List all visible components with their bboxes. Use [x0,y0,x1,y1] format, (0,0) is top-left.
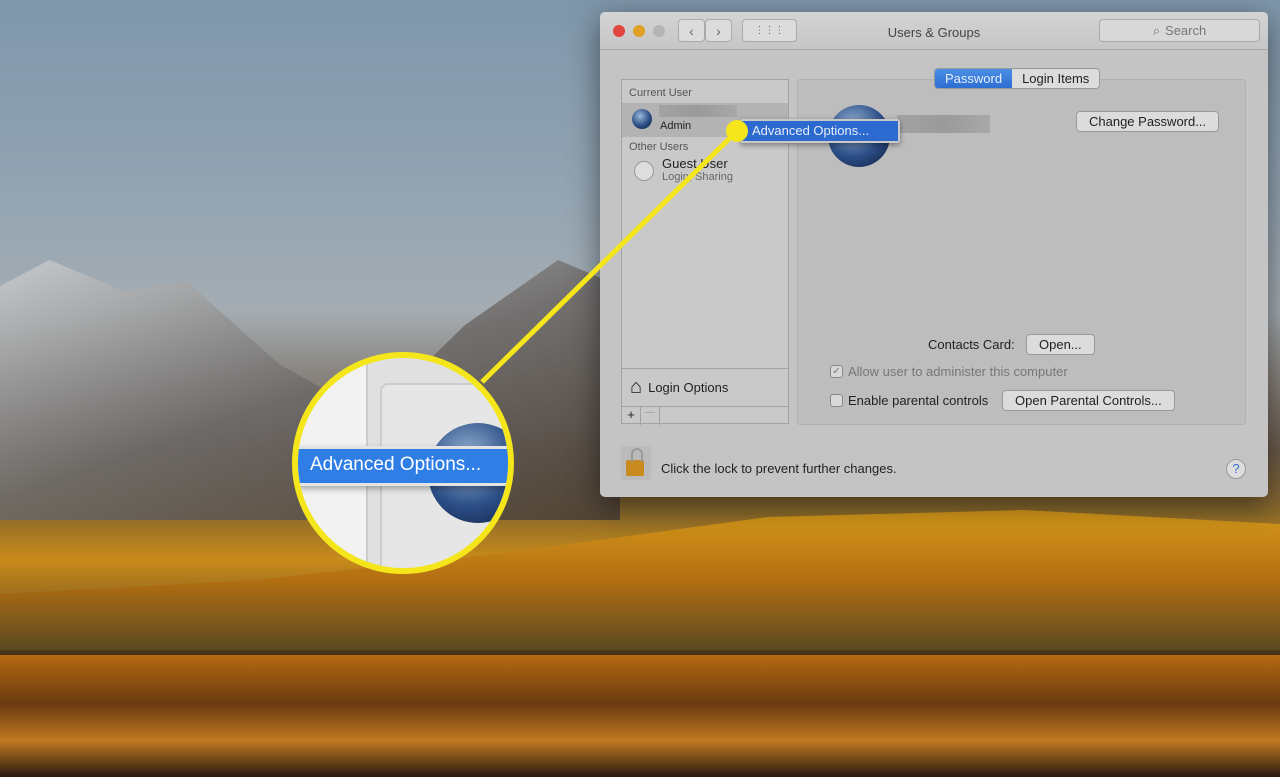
zoomed-advanced-options: Advanced Options... [298,449,508,483]
magnifier-callout: Advanced Options... [292,352,514,574]
callout-line [480,120,748,384]
callout-dot [726,120,748,142]
zoomed-menu: Advanced Options... [298,446,508,486]
